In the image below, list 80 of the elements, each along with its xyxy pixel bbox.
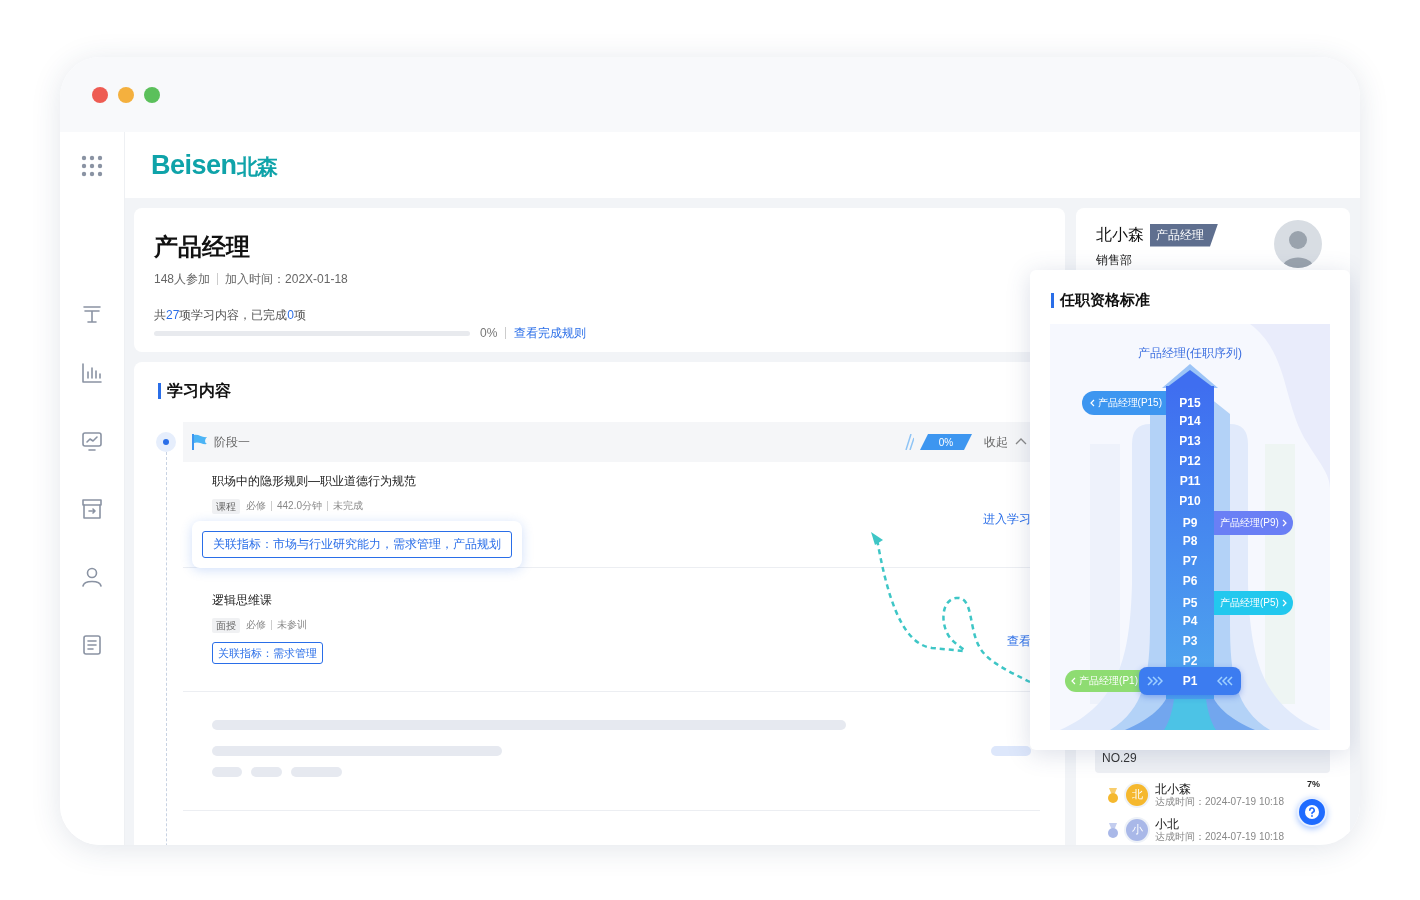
level-label: P6 [1182,573,1198,589]
level-label: P3 [1182,633,1198,649]
level-label: P5 [1182,595,1198,611]
section-title: 学习内容 [167,380,231,401]
medal-icon [1105,821,1121,838]
person-icon[interactable] [80,565,104,589]
item-title: 逻辑思维课 [212,592,273,609]
popup-title: 任职资格标准 [1060,290,1150,310]
level-label: P9 [1182,515,1198,531]
level-label: P11 [1179,473,1201,489]
type-tag: 课程 [212,498,240,514]
maximize-button[interactable] [144,86,160,103]
level-label: P14 [1179,413,1201,429]
item-meta: 未参训 [277,618,307,632]
stripe-icon [904,434,914,450]
level-label: P7 [1182,553,1198,569]
join-date: 加入时间：202X-01-18 [225,271,348,288]
avatar [1274,220,1322,268]
level-label: P8 [1182,533,1198,549]
progress-percent: 0% [480,325,498,342]
item-title: 职场中的隐形规则—职业道德行为规范 [212,473,417,490]
archive-box-icon[interactable] [80,497,104,521]
progress-summary: 共27项学习内容，已完成0项 [154,307,308,324]
skeleton-bar [991,746,1031,756]
close-button[interactable] [92,86,108,103]
minimize-button[interactable] [118,86,134,103]
skeleton-bar [251,767,282,777]
skeleton-bar [291,767,342,777]
chevron-icon [1281,519,1287,527]
level-label: P15 [1179,395,1201,411]
level-tag[interactable]: 产品经理(P15) [1081,391,1166,415]
chevron-icon [1089,399,1095,407]
indicator-tag[interactable]: 关联指标：市场与行业研究能力，需求管理，产品规划 [202,531,512,558]
chevrons-icon [1147,676,1163,686]
level-label: P1 [1182,673,1198,689]
item-meta: 未完成 [333,499,364,513]
level-label: P12 [1179,453,1201,469]
rank-percent: 7% [1307,779,1320,789]
chevron-icon [1281,599,1287,607]
item-meta: 442.0分钟 [277,499,323,513]
achieved-time: 达成时间：2024-07-19 10:18 [1155,830,1285,843]
chevrons-icon [1217,676,1233,686]
indicator-tag[interactable]: 关联指标：需求管理 [212,642,323,664]
monitor-chart-icon[interactable] [80,429,104,453]
help-icon [1304,804,1320,820]
item-meta: 必修 [246,618,266,632]
level-label: P4 [1182,613,1198,629]
ladder-title: 产品经理(任职序列) [1138,345,1242,362]
level-label: P13 [1179,433,1201,449]
stage-progress-badge: 0% [920,434,972,450]
level-tag[interactable]: 产品经理(P9) [1214,511,1293,535]
action-link[interactable]: 进入学习 [983,511,1031,528]
action-link[interactable]: 查看 [1007,632,1031,650]
skeleton-bar [212,767,242,777]
user-name: 北小森 [1096,224,1144,245]
item-meta: 必修 [246,499,266,513]
collapse-toggle[interactable]: 收起 [984,433,1008,451]
timeline-dot [156,432,176,452]
logo: Beisen北森 [151,149,278,181]
role-tag: 产品经理 [1150,223,1218,247]
participant-count: 148人参加 [154,271,211,288]
chevron-icon [1071,677,1077,685]
department: 销售部 [1096,252,1133,268]
rank-name: 小北 [1155,816,1180,831]
rules-link[interactable]: 查看完成规则 [514,324,587,342]
bar-chart-icon[interactable] [80,361,104,385]
achieved-time: 达成时间：2024-07-19 10:18 [1155,795,1285,808]
rank-number: NO.29 [1102,751,1137,765]
medal-icon [1105,786,1121,803]
flag-icon [191,433,208,451]
page-title: 产品经理 [154,232,251,262]
menu-icon[interactable] [80,154,104,178]
level-label: P2 [1182,653,1198,669]
document-icon[interactable] [80,633,104,657]
level-label: P10 [1179,493,1201,509]
stage-name: 阶段一 [214,433,250,451]
user-avatar: 小 [1126,818,1148,841]
type-tag: 面授 [212,617,240,633]
user-avatar: 北 [1126,783,1148,806]
rank-name: 北小森 [1155,781,1192,796]
